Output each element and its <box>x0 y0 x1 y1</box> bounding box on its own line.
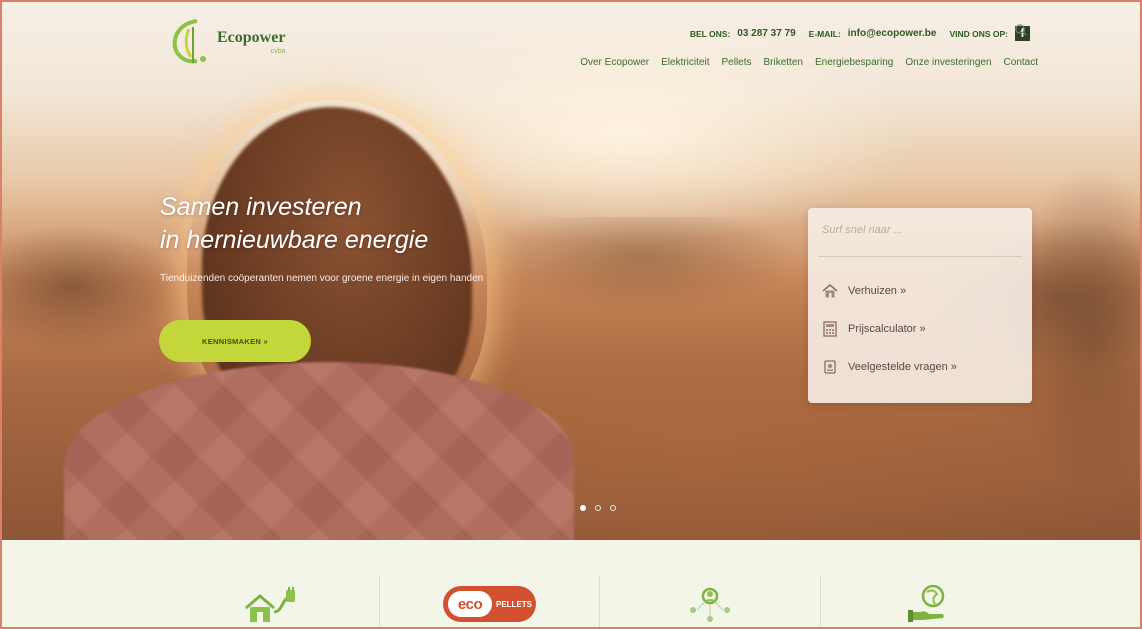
nav-item-elektriciteit[interactable]: Elektriciteit <box>661 57 709 68</box>
nav-item-onze-investeringen[interactable]: Onze investeringen <box>905 57 991 68</box>
logo-name: Ecopower <box>217 28 286 46</box>
faq-icon <box>824 360 836 374</box>
slider-dot-1[interactable] <box>580 505 586 511</box>
quicklink-label: Veelgestelde vragen » <box>848 361 957 373</box>
nav-item-energiebesparing[interactable]: Energiebesparing <box>815 57 893 68</box>
main-nav: Over Ecopower Elektriciteit Pellets Brik… <box>580 57 1038 68</box>
phone-label: BEL ONS: <box>689 28 731 39</box>
social-label: VIND ONS OP: <box>949 28 1008 39</box>
search-icon[interactable] <box>1014 23 1028 37</box>
slider-dot-2[interactable] <box>595 505 601 511</box>
quicklinks-search-input[interactable]: Surf snel naar ... <box>822 224 903 236</box>
house-icon <box>822 284 838 298</box>
services-strip <box>2 540 1140 627</box>
cta-button[interactable]: KENNISMAKEN » <box>159 320 311 362</box>
nav-item-contact[interactable]: Contact <box>1004 57 1038 68</box>
hand-globe-icon[interactable] <box>907 582 951 626</box>
quicklink-label: Prijscalculator » <box>848 323 926 335</box>
eco-pellets-badge[interactable]: eco PELLETS <box>443 586 536 622</box>
hero-headline: Samen investeren in hernieuwbare energie <box>160 191 428 257</box>
logo-subtitle: cvba <box>270 47 286 55</box>
hero-headline-line1: Samen investeren <box>160 193 362 221</box>
green-house-plug-icon[interactable] <box>242 586 298 624</box>
slider-dots <box>580 505 616 511</box>
quicklink-label: Verhuizen » <box>848 285 907 297</box>
contact-bar: BEL ONS: 03 287 37 79 E-MAIL: info@ecopo… <box>690 26 1030 41</box>
logo[interactable]: Ecopower cvba <box>167 17 285 67</box>
quicklinks-card: Surf snel naar ... Verhuizen » Prijscalc… <box>808 208 1032 403</box>
divider <box>818 256 1022 257</box>
page-frame: Ecopower cvba BEL ONS: 03 287 37 79 E-MA… <box>0 0 1142 629</box>
hero-subtext: Tienduizenden coöperanten nemen voor gro… <box>160 273 484 284</box>
divider <box>599 575 600 627</box>
hero-headline-line2: in hernieuwbare energie <box>160 226 429 254</box>
nav-item-briketten[interactable]: Briketten <box>764 57 803 68</box>
logo-leaf-icon <box>172 19 206 64</box>
pellets-label: PELLETS <box>496 599 533 609</box>
phone-number[interactable]: 03 287 37 79 <box>737 28 795 39</box>
quicklink-prijscalculator[interactable]: Prijscalculator » <box>822 321 926 337</box>
pellets-eco-text: eco <box>448 591 492 617</box>
divider <box>820 575 821 627</box>
email-link[interactable]: info@ecopower.be <box>848 28 937 39</box>
quicklink-verhuizen[interactable]: Verhuizen » <box>822 283 906 299</box>
community-people-icon[interactable] <box>686 586 734 626</box>
hero-banner: Ecopower cvba BEL ONS: 03 287 37 79 E-MA… <box>2 2 1140 540</box>
slider-dot-3[interactable] <box>610 505 616 511</box>
nav-item-pellets[interactable]: Pellets <box>721 57 751 68</box>
nav-item-over-ecopower[interactable]: Over Ecopower <box>580 57 649 68</box>
divider <box>379 575 380 627</box>
quicklink-veelgestelde-vragen[interactable]: Veelgestelde vragen » <box>822 359 957 375</box>
email-label: E-MAIL: <box>808 28 841 39</box>
calculator-icon <box>823 321 837 337</box>
